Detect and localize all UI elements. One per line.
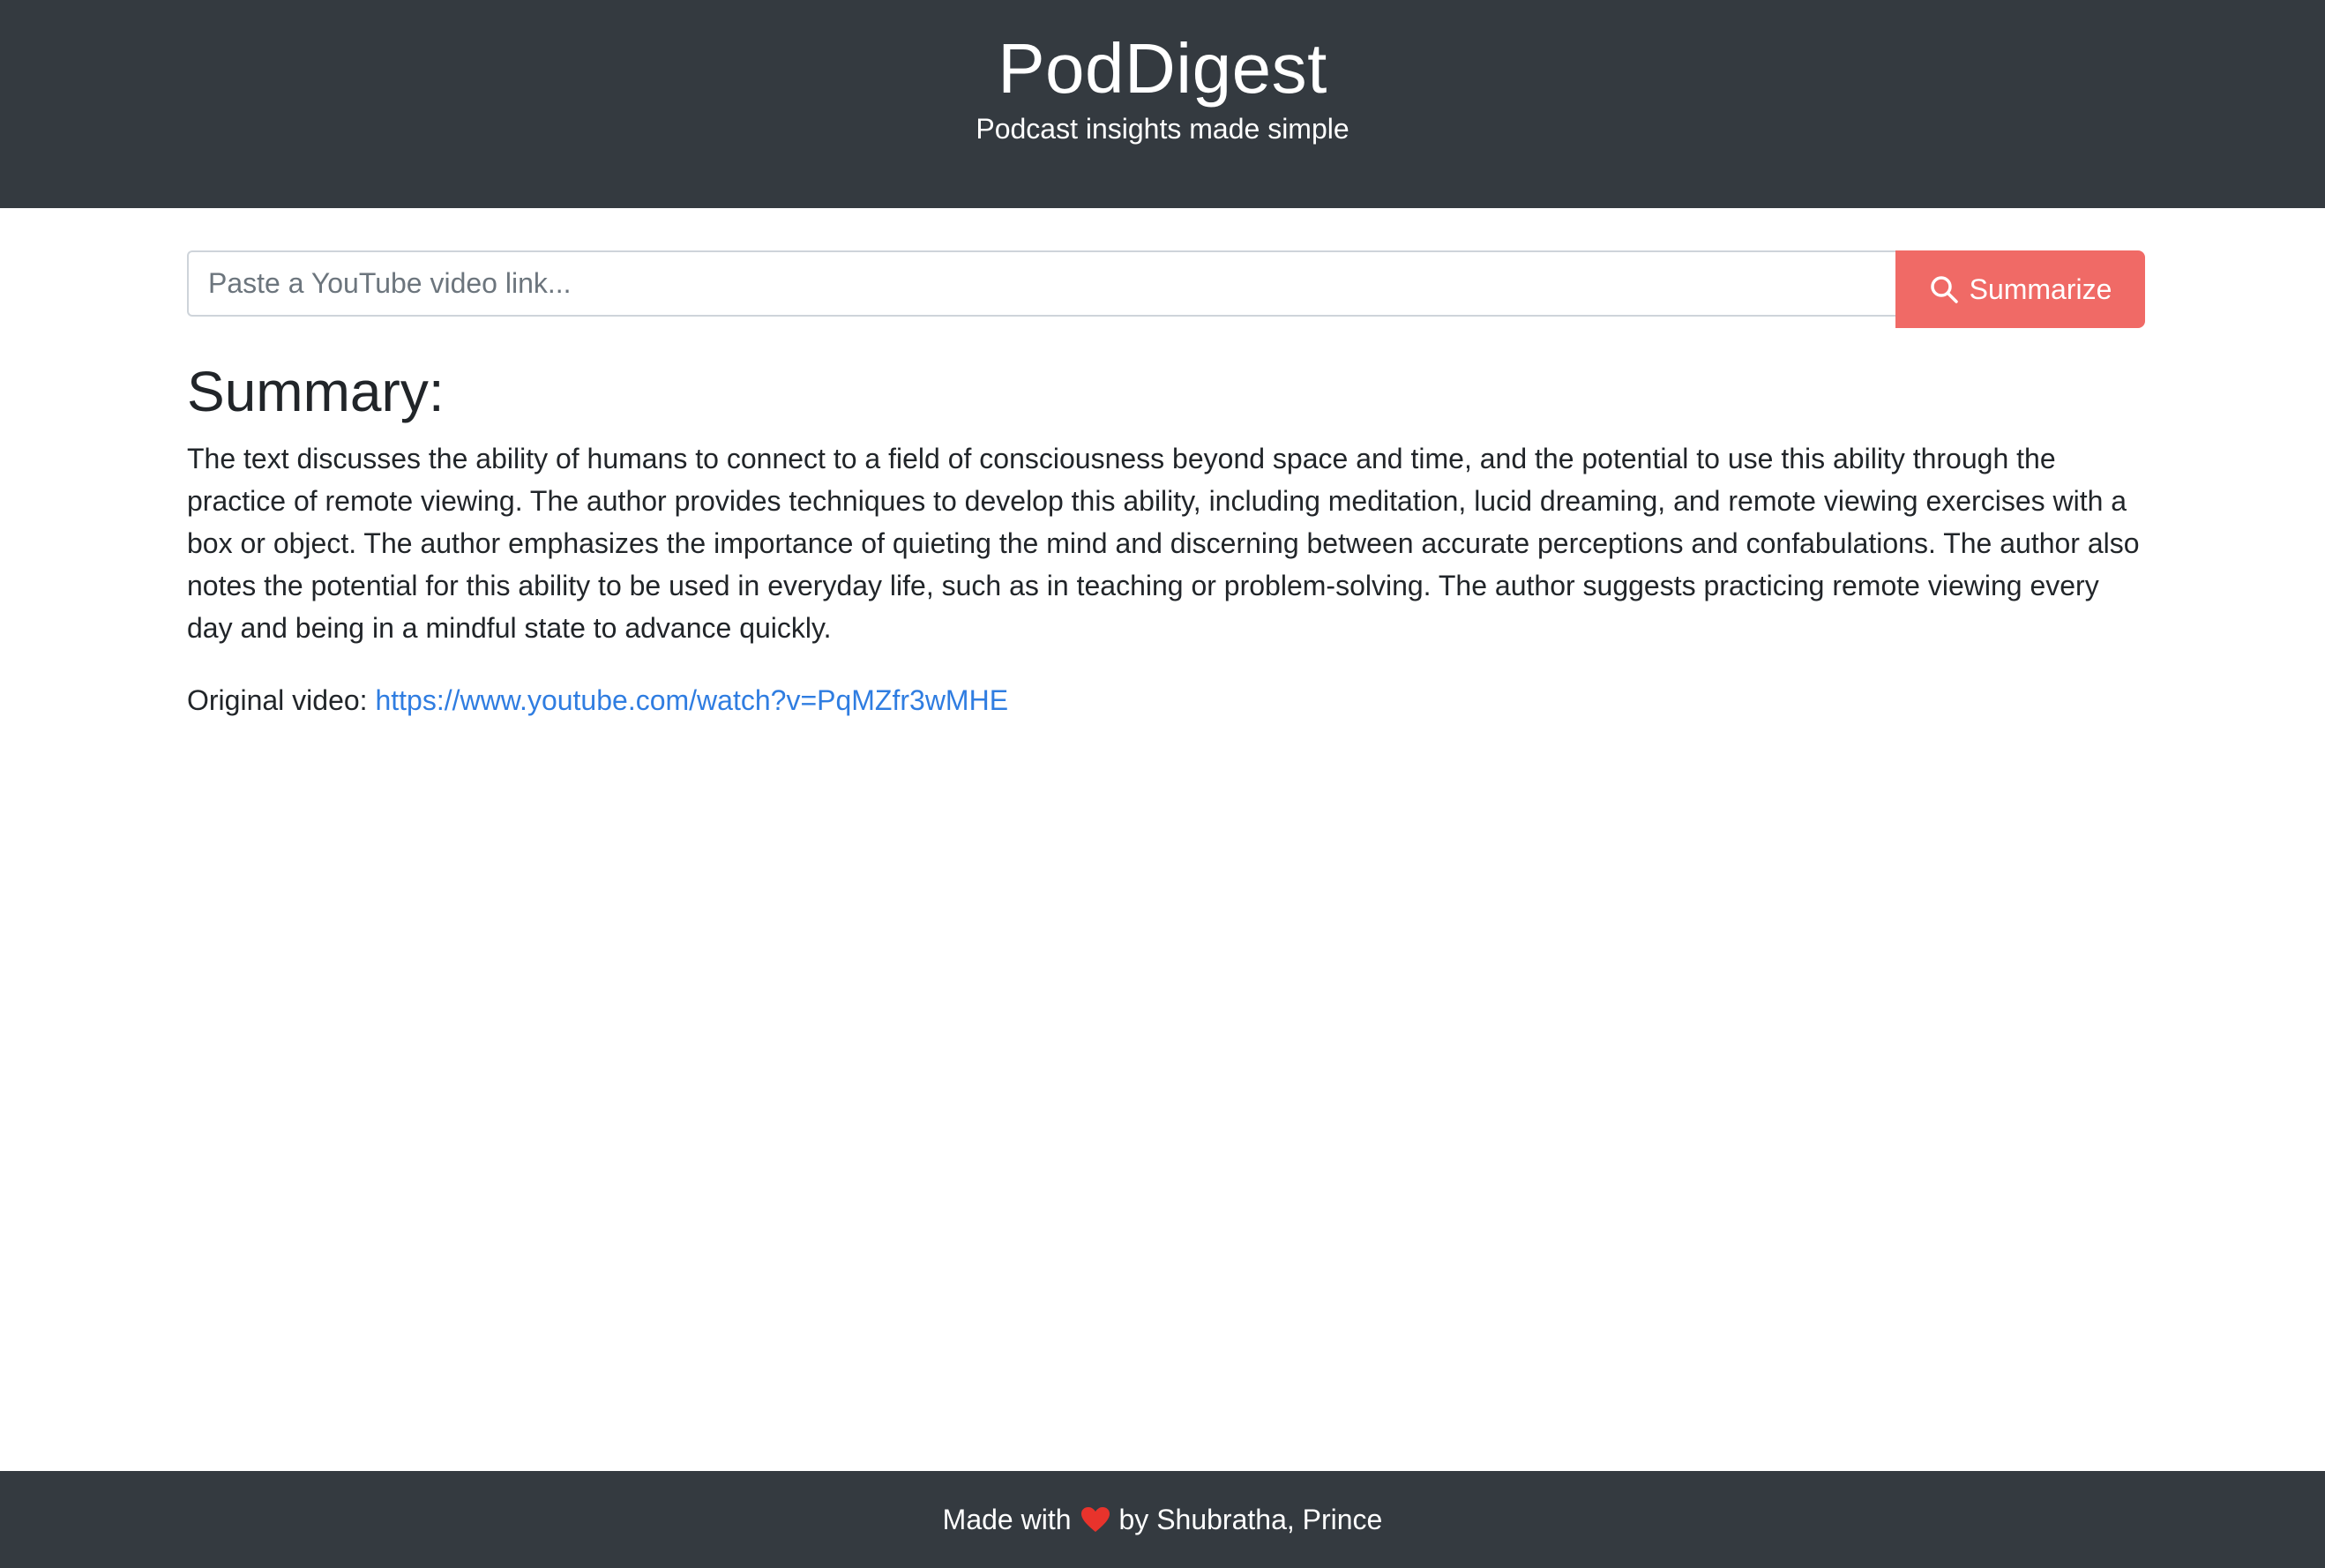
- summarize-button[interactable]: Summarize: [1895, 250, 2145, 328]
- app-header: PodDigest Podcast insights made simple: [0, 0, 2325, 208]
- original-video-label: Original video:: [187, 684, 368, 716]
- search-icon: [1929, 274, 1959, 304]
- search-form: Summarize: [187, 250, 2145, 328]
- summary-text: The text discusses the ability of humans…: [187, 443, 2140, 644]
- original-video-link[interactable]: https://www.youtube.com/watch?v=PqMZfr3w…: [375, 684, 1008, 716]
- summary-heading: Summary:: [187, 360, 445, 423]
- youtube-link-input[interactable]: [187, 250, 1895, 317]
- app-subtitle: Podcast insights made simple: [976, 113, 1349, 145]
- footer-made-with: Made with: [942, 1503, 1072, 1535]
- summarize-button-label: Summarize: [1969, 273, 2112, 305]
- footer-authors: by Shubratha, Prince: [1118, 1503, 1383, 1535]
- app-footer: Made with by Shubratha, Prince: [0, 1471, 2325, 1568]
- heart-icon: [1080, 1506, 1110, 1533]
- page: PodDigest Podcast insights made simple S…: [0, 0, 2325, 1568]
- original-video-line: Original video: https://www.youtube.com/…: [187, 679, 1008, 721]
- app-title: PodDigest: [998, 29, 1327, 108]
